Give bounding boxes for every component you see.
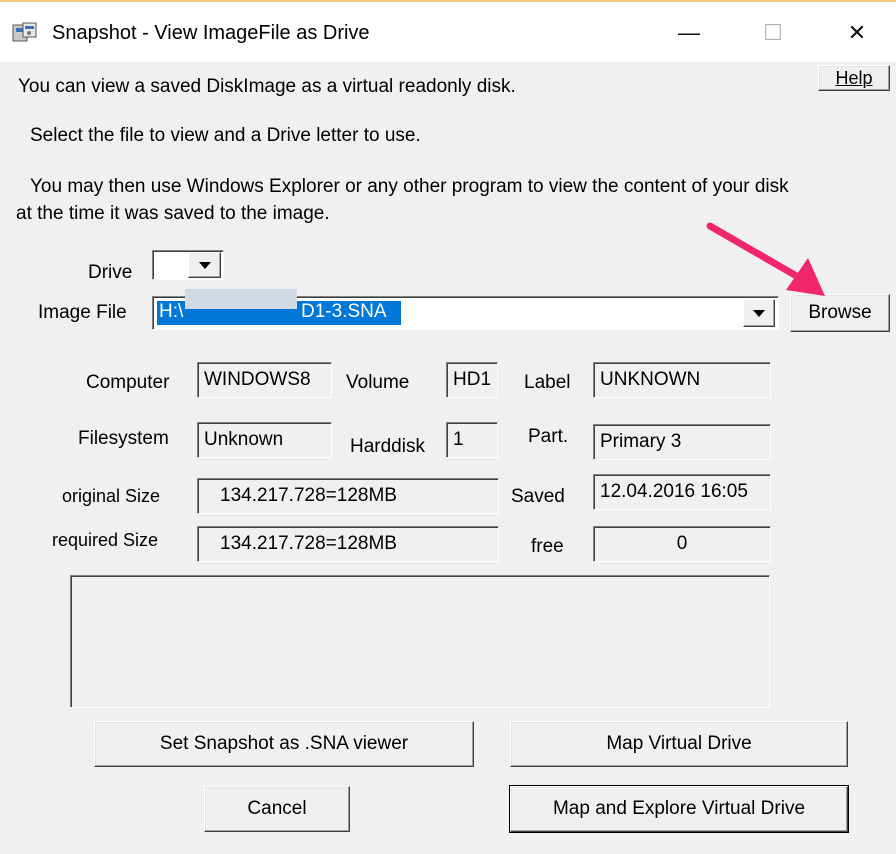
- map-and-explore-button[interactable]: Map and Explore Virtual Drive: [509, 785, 849, 833]
- help-button[interactable]: Help: [818, 65, 890, 91]
- harddisk-label: Harddisk: [350, 436, 425, 457]
- volume-value: HD1: [446, 362, 498, 398]
- window-title: Snapshot - View ImageFile as Drive: [52, 22, 370, 44]
- intro-text-1: You can view a saved DiskImage as a virt…: [18, 76, 516, 97]
- original-size-value: 134.217.728=128MB: [197, 478, 499, 514]
- image-file-dropdown-button[interactable]: [743, 299, 775, 327]
- redaction-block: [185, 289, 297, 309]
- cancel-button-label: Cancel: [247, 798, 307, 819]
- free-value: 0: [593, 526, 771, 562]
- drive-dropdown-button[interactable]: [188, 252, 221, 278]
- drive-select[interactable]: [152, 250, 224, 280]
- image-file-combobox[interactable]: H:\ D1-3.SNA: [152, 289, 779, 330]
- title-bar[interactable]: Snapshot - View ImageFile as Drive — ☐ ✕: [0, 2, 896, 62]
- filesystem-label: Filesystem: [78, 428, 169, 449]
- filesystem-value: Unknown: [197, 422, 332, 458]
- image-file-path-start: H:\: [159, 301, 184, 322]
- label-label: Label: [524, 372, 571, 393]
- help-button-label: Help: [835, 67, 873, 88]
- saved-value: 12.04.2016 16:05: [593, 474, 771, 510]
- harddisk-value: 1: [446, 422, 498, 458]
- map-virtual-drive-button-label: Map Virtual Drive: [606, 733, 752, 754]
- maximize-icon: ☐: [763, 20, 783, 45]
- required-size-value: 134.217.728=128MB: [197, 526, 499, 562]
- snapshot-app-icon: [12, 22, 37, 42]
- minimize-button[interactable]: —: [654, 4, 724, 62]
- chevron-down-icon: [753, 309, 765, 317]
- computer-label: Computer: [86, 372, 170, 393]
- image-file-label: Image File: [38, 302, 127, 323]
- status-panel: [70, 575, 770, 708]
- required-size-label: required Size: [52, 530, 159, 550]
- close-button[interactable]: ✕: [822, 4, 892, 62]
- set-sna-viewer-button[interactable]: Set Snapshot as .SNA viewer: [94, 721, 474, 767]
- map-virtual-drive-button[interactable]: Map Virtual Drive: [510, 721, 848, 767]
- intro-text-2: Select the file to view and a Drive lett…: [30, 125, 421, 146]
- chevron-down-icon: [198, 261, 211, 269]
- original-size-label: original Size: [62, 486, 161, 506]
- intro-text-3b: at the time it was saved to the image.: [16, 203, 330, 224]
- annotation-arrow: [706, 222, 825, 296]
- volume-label: Volume: [346, 372, 410, 393]
- computer-value: WINDOWS8: [197, 362, 332, 398]
- image-file-path-end: D1-3.SNA: [301, 301, 387, 322]
- free-label: free: [531, 536, 564, 557]
- drive-label: Drive: [88, 262, 133, 283]
- label-value: UNKNOWN: [593, 362, 771, 398]
- browse-button-label: Browse: [808, 302, 872, 323]
- saved-label: Saved: [511, 486, 565, 507]
- part-value: Primary 3: [593, 424, 771, 460]
- intro-text-3a: You may then use Windows Explorer or any…: [30, 176, 789, 197]
- cancel-button[interactable]: Cancel: [204, 786, 350, 832]
- close-icon: ✕: [847, 20, 867, 45]
- maximize-button[interactable]: ☐: [738, 4, 808, 62]
- set-sna-viewer-button-label: Set Snapshot as .SNA viewer: [159, 733, 409, 754]
- map-and-explore-button-label: Map and Explore Virtual Drive: [552, 798, 806, 819]
- part-label: Part.: [528, 426, 569, 447]
- minimize-icon: —: [678, 20, 700, 45]
